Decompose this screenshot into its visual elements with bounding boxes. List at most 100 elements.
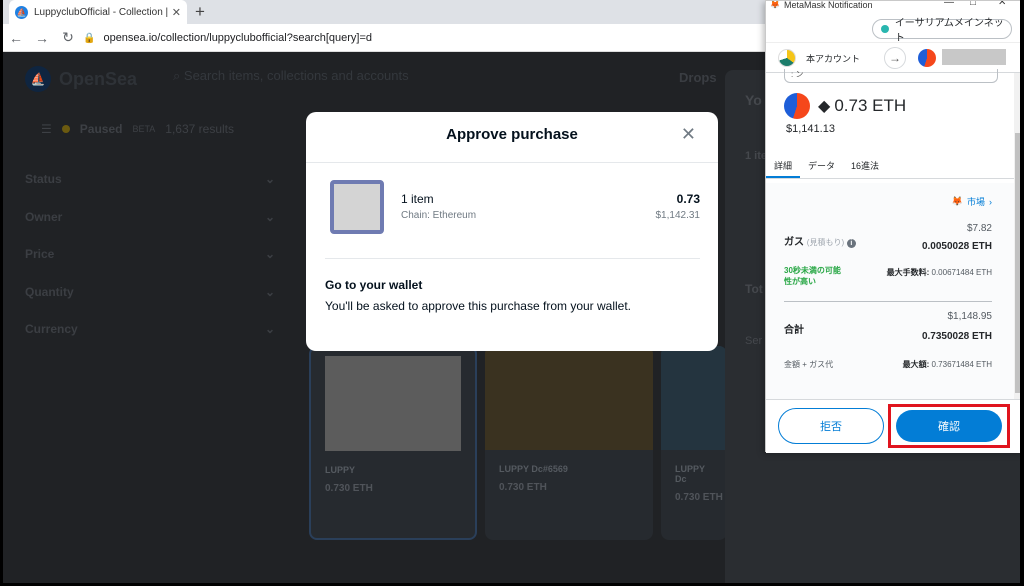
nft-card[interactable]: LUPPY 0.730 ETH — [309, 346, 477, 540]
network-name: イーサリアムメインネット — [894, 18, 1004, 44]
tab-hex[interactable]: 16進法 — [843, 153, 887, 178]
opensea-favicon-icon: ⛵ — [15, 5, 28, 19]
gas-label: ガス (見積もり) i — [784, 233, 856, 248]
chevron-down-icon: ⌄ — [264, 209, 275, 224]
origin-pill: : ン — [784, 69, 998, 83]
sender-avatar — [778, 49, 796, 67]
fee-details: 🦊 市場 › $7.82 ガス (見積もり) i 0.0050028 ETH 3… — [766, 183, 1016, 401]
nft-image — [661, 346, 727, 450]
amount-plus-gas-label: 金額 + ガス代 — [784, 360, 834, 369]
metamask-notification-window: 🦊 MetaMask Notification — □ ✕ イーサリアムメインネ… — [765, 0, 1020, 453]
likely-time: 30秒未満の可能性が高い — [784, 266, 841, 286]
opensea-logo[interactable]: ⛵ OpenSea — [25, 66, 137, 92]
browser-tab[interactable]: ⛵ LuppyclubOfficial - Collection | O ✕ — [9, 0, 187, 24]
close-icon[interactable]: ✕ — [681, 124, 696, 145]
nft-card[interactable]: LUPPY Dc 0.730 ETH — [661, 346, 727, 540]
cart-title: Yo — [745, 92, 762, 108]
divider — [784, 301, 992, 302]
divider — [325, 258, 700, 259]
nav-drops[interactable]: Drops — [679, 70, 717, 85]
filter-sidebar: Status ⌄ Owner ⌄ Price ⌄ Quantity ⌄ Currency… — [25, 172, 275, 360]
minimize-icon[interactable]: — — [944, 1, 954, 8]
new-tab-button[interactable]: + — [195, 2, 205, 22]
nft-card[interactable]: LUPPY Dc#6569 0.730 ETH — [485, 346, 653, 540]
nft-price: 0.730 ETH — [325, 483, 373, 494]
tab-close-icon[interactable]: ✕ — [172, 6, 181, 19]
nft-price: 0.730 ETH — [675, 492, 723, 503]
network-status-dot — [881, 25, 889, 33]
status-dot — [61, 125, 70, 133]
gas-estimate-label: (見積もり) — [806, 238, 845, 247]
sidebar-item-currency[interactable]: Currency ⌄ — [25, 322, 275, 360]
filter-toggle-icon[interactable]: ☰ — [41, 122, 52, 136]
item-price-eth: 0.73 — [676, 192, 700, 206]
beta-badge: BETA — [132, 124, 156, 134]
opensea-logo-icon: ⛵ — [25, 66, 51, 92]
scrollbar[interactable] — [1014, 73, 1020, 401]
total-usd: $1,148.95 — [947, 311, 993, 322]
ethereum-icon: ◆ — [818, 98, 831, 115]
divider — [306, 162, 718, 163]
tab-data[interactable]: データ — [800, 153, 843, 178]
cart-count: 1 ite — [745, 150, 768, 162]
chevron-down-icon: ⌄ — [264, 322, 275, 336]
sidebar-item-owner[interactable]: Owner ⌄ — [25, 210, 275, 248]
metamask-footer: 拒否 確認 — [766, 399, 1020, 453]
item-chain: Chain: Ethereum — [401, 210, 477, 221]
transaction-value: ◆ 0.73 ETH — [784, 93, 906, 119]
maximize-icon[interactable]: □ — [970, 1, 976, 8]
approve-purchase-modal: Approve purchase ✕ 1 item Chain: Ethereu… — [306, 112, 718, 351]
nft-name: LUPPY Dc — [675, 464, 705, 484]
forward-arrow-icon[interactable]: → — [29, 30, 55, 46]
scrollbar-thumb[interactable] — [1015, 133, 1020, 393]
results-count: 1,637 results — [165, 122, 235, 136]
sidebar-item-status[interactable]: Status ⌄ — [25, 172, 275, 210]
metamask-confirm-body: : ン ◆ 0.73 ETH $1,141.13 詳細 データ 16進法 🦊 市… — [766, 69, 1016, 401]
url-text: opensea.io/collection/luppyclubofficial?… — [103, 32, 373, 44]
item-price-usd: $1,142.31 — [655, 210, 701, 221]
value-usd: $1,141.13 — [786, 123, 835, 135]
sidebar-item-quantity[interactable]: Quantity ⌄ — [25, 285, 275, 323]
close-window-icon[interactable]: ✕ — [998, 1, 1006, 8]
gas-fee-usd: $7.82 — [966, 223, 992, 234]
confirm-button[interactable]: 確認 — [896, 410, 1002, 442]
opensea-search-input[interactable]: ⌕ Search items, collections and accounts — [173, 68, 409, 84]
modal-title: Approve purchase — [446, 126, 578, 143]
tab-details[interactable]: 詳細 — [766, 153, 801, 178]
window-title: MetaMask Notification — [784, 1, 873, 10]
tab-title: LuppyclubOfficial - Collection | O — [34, 6, 168, 18]
chevron-right-icon: › — [989, 196, 992, 207]
value-eth: 0.73 ETH — [834, 96, 907, 115]
back-arrow-icon[interactable]: ← — [3, 30, 29, 46]
cart-total: Tot — [745, 282, 763, 296]
nft-name: LUPPY — [325, 465, 356, 475]
gas-fee-eth: 0.0050028 ETH — [921, 241, 992, 252]
opensea-logo-text: OpenSea — [59, 68, 138, 89]
market-label: 市場 — [966, 197, 985, 207]
reload-icon[interactable]: ↻ — [55, 29, 81, 46]
info-icon[interactable]: i — [846, 239, 856, 248]
details-tabs: 詳細 データ 16進法 — [766, 153, 1016, 179]
reject-button[interactable]: 拒否 — [778, 408, 884, 444]
go-to-wallet-description: You'll be asked to approve this purchase… — [325, 299, 632, 313]
address-bar[interactable]: 🔒 opensea.io/collection/luppyclubofficia… — [83, 28, 763, 48]
max-amount: 最大額: 0.73671484 ETH — [902, 360, 992, 369]
search-icon: ⌕ — [173, 68, 184, 83]
confirm-highlight: 確認 — [888, 404, 1010, 448]
cart-service: Ser — [745, 335, 763, 347]
nft-name: LUPPY Dc#6569 — [499, 464, 568, 474]
sidebar-item-price[interactable]: Price ⌄ — [25, 247, 275, 285]
contract-avatar — [784, 93, 810, 119]
screen: ⛵ LuppyclubOfficial - Collection | O ✕ +… — [3, 0, 1020, 583]
max-fee: 最大手数料: 0.00671484 ETH — [886, 268, 992, 277]
filter-bar: ☰ Paused BETA 1,637 results — [41, 122, 234, 136]
chevron-down-icon: ⌄ — [264, 172, 275, 186]
gas-market-button[interactable]: 🦊 市場 › — [952, 195, 992, 208]
nft-image — [325, 356, 461, 451]
status-text: Paused — [79, 122, 123, 136]
fox-icon: 🦊 — [951, 196, 963, 206]
nft-image — [485, 346, 653, 450]
recipient-address-redacted — [942, 49, 1006, 65]
metamask-header: イーサリアムメインネット — [766, 13, 1020, 44]
network-selector[interactable]: イーサリアムメインネット — [872, 18, 1012, 44]
